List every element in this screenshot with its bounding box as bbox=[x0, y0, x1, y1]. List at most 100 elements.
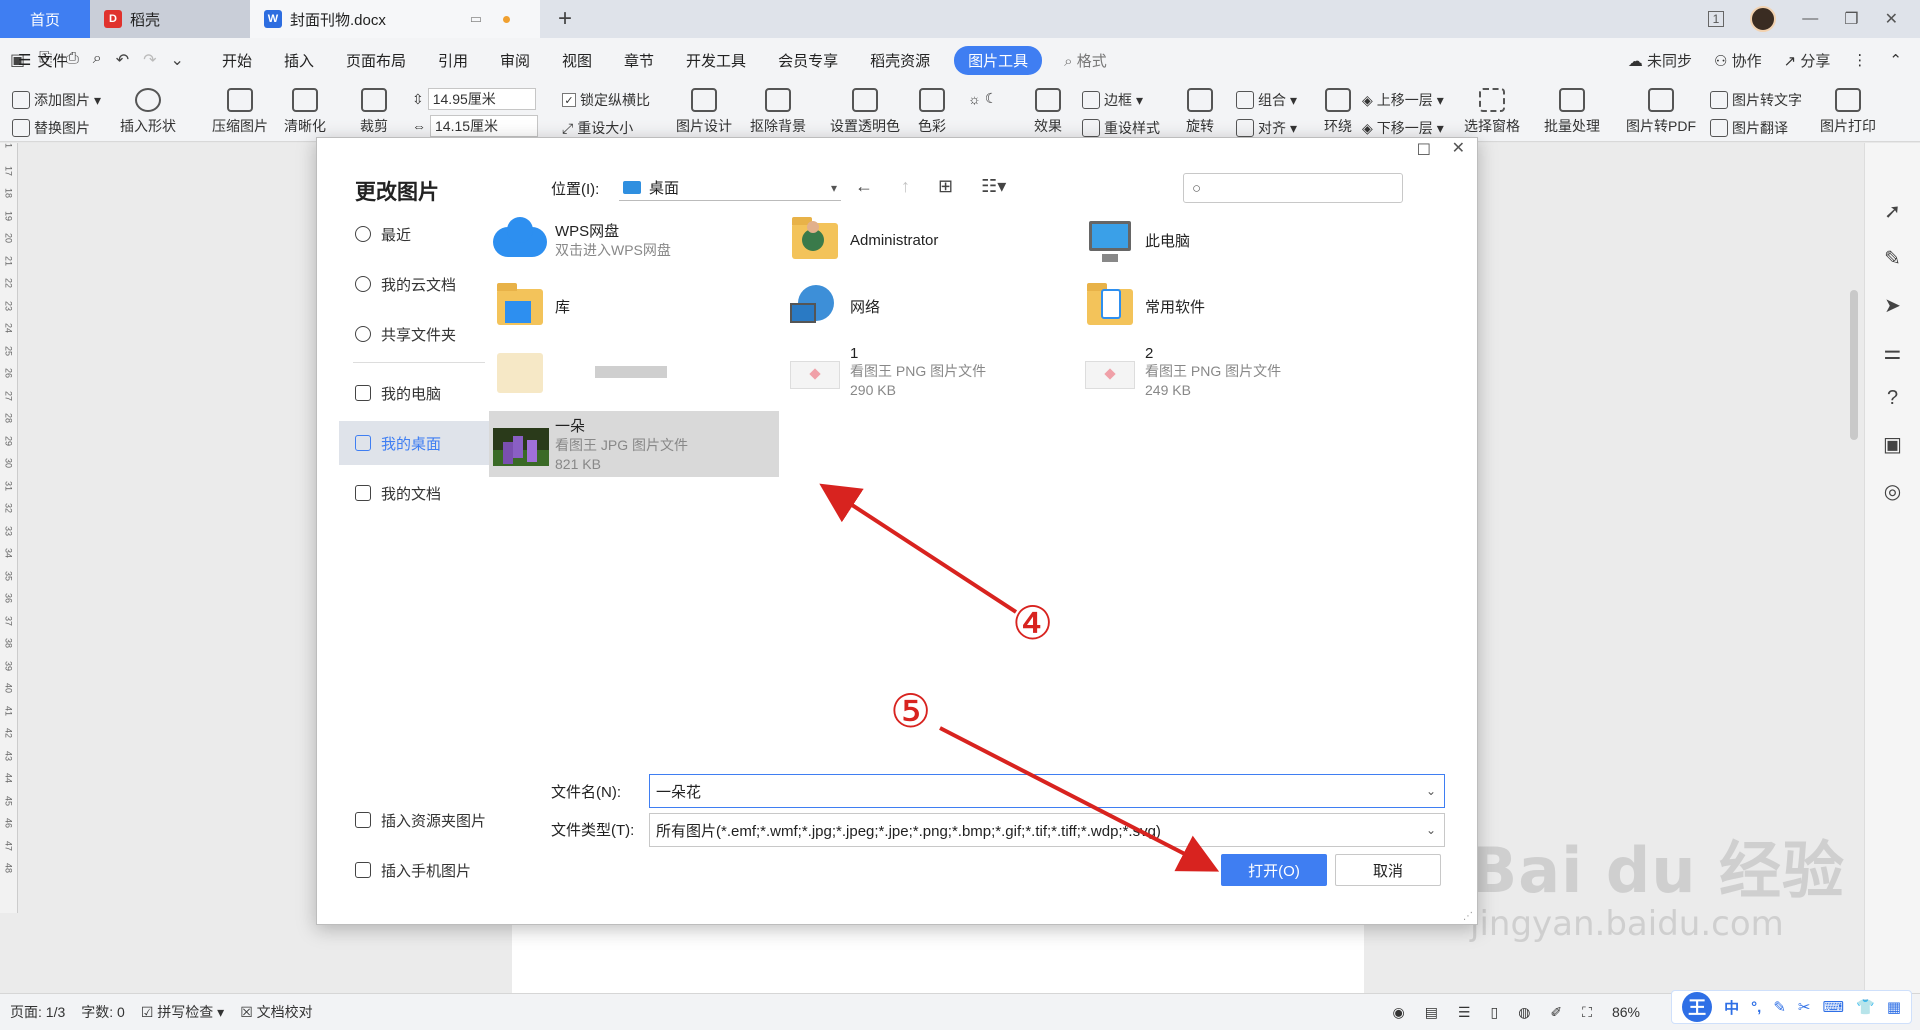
width-input[interactable]: 14.95厘米 bbox=[427, 88, 536, 110]
file-item-administrator[interactable]: Administrator bbox=[784, 208, 1074, 272]
back-icon[interactable]: ← bbox=[855, 176, 873, 197]
sync-button[interactable]: ☁ 未同步 bbox=[1628, 50, 1692, 71]
clarify-button[interactable]: 清晰化 bbox=[284, 88, 326, 136]
to-text-button[interactable]: 图片转文字 bbox=[1710, 90, 1802, 110]
sidebar-item-my-desktop[interactable]: 我的桌面 bbox=[339, 421, 499, 465]
set-transparent-button[interactable]: 设置透明色 bbox=[830, 88, 900, 136]
eye-icon[interactable]: ◉ bbox=[1392, 1004, 1404, 1021]
page-view-icon[interactable]: ▤ bbox=[1425, 1004, 1438, 1021]
help-icon[interactable]: ? bbox=[1887, 387, 1898, 410]
menu-review[interactable]: 审阅 bbox=[484, 50, 546, 71]
avatar[interactable] bbox=[1750, 6, 1777, 32]
spell-check[interactable]: ☑ 拼写检查 ▾ bbox=[141, 1002, 224, 1022]
file-item-wps-drive[interactable]: WPS网盘 双击进入WPS网盘 bbox=[489, 208, 779, 272]
menu-picture-tools[interactable]: 图片工具 bbox=[954, 45, 1043, 75]
replace-image-button[interactable]: 替换图片 bbox=[12, 118, 90, 138]
sidebar-item-shared-folder[interactable]: 共享文件夹 bbox=[339, 312, 499, 356]
file-item-blurred[interactable] bbox=[489, 340, 779, 404]
collab-button[interactable]: ⚇ 协作 bbox=[1714, 50, 1762, 71]
ime-skin-icon[interactable]: 👕 bbox=[1856, 998, 1875, 1016]
close-dialog-button[interactable]: ✕ bbox=[1452, 138, 1465, 162]
ime-language[interactable]: 中 bbox=[1724, 997, 1739, 1018]
insert-resource-image-item[interactable]: 插入资源夹图片 bbox=[339, 798, 509, 842]
border-button[interactable]: 边框 ▾ bbox=[1082, 90, 1143, 110]
ime-logo[interactable]: 王 bbox=[1682, 992, 1713, 1022]
tab-document[interactable]: W 封面刊物.docx ▭ bbox=[250, 0, 540, 38]
ime-keyboard-icon[interactable]: ⌨ bbox=[1822, 998, 1844, 1016]
menu-view[interactable]: 视图 bbox=[546, 50, 608, 71]
height-input[interactable]: 14.15厘米 bbox=[430, 115, 538, 137]
pen-icon[interactable]: ✎ bbox=[1884, 246, 1901, 271]
file-item-network[interactable]: 网络 bbox=[784, 274, 1074, 338]
menu-section[interactable]: 章节 bbox=[608, 50, 670, 71]
read-view-icon[interactable]: ▯ bbox=[1490, 1004, 1498, 1021]
translate-button[interactable]: 图片翻译 bbox=[1710, 118, 1788, 138]
cursor-icon[interactable]: ➤ bbox=[1884, 293, 1901, 318]
menu-daoke-resources[interactable]: 稻壳资源 bbox=[854, 50, 946, 71]
cancel-button[interactable]: 取消 bbox=[1335, 854, 1441, 886]
add-image-button[interactable]: 添加图片 ▾ bbox=[12, 90, 101, 110]
new-tab-button[interactable]: + bbox=[540, 5, 590, 33]
remove-background-button[interactable]: 抠除背景 bbox=[750, 88, 806, 136]
maximize-dialog-button[interactable]: ☐ bbox=[1417, 140, 1431, 164]
new-folder-icon[interactable]: ⊞ bbox=[938, 176, 953, 197]
ime-grid-icon[interactable]: ▦ bbox=[1887, 998, 1901, 1016]
menu-search[interactable]: ⌕ 格式 bbox=[1050, 50, 1121, 71]
sliders-icon[interactable]: ⚌ bbox=[1884, 340, 1902, 365]
sidebar-item-recent[interactable]: 最近 bbox=[339, 212, 499, 256]
compress-image-button[interactable]: 压缩图片 bbox=[212, 88, 268, 136]
doc-proof[interactable]: ☒ 文档校对 bbox=[240, 1002, 312, 1022]
file-item-png-2[interactable]: 2 看图王 PNG 图片文件 249 KB bbox=[1079, 340, 1369, 404]
outline-view-icon[interactable]: ☰ bbox=[1458, 1004, 1471, 1021]
insert-shape-button[interactable]: 插入形状 bbox=[120, 88, 176, 136]
image-print-button[interactable]: 图片打印 bbox=[1820, 88, 1876, 136]
menu-member[interactable]: 会员专享 bbox=[762, 50, 854, 71]
more-icon[interactable]: ⋮ bbox=[1852, 51, 1867, 69]
reset-style-button[interactable]: 重设样式 bbox=[1082, 118, 1160, 138]
vertical-scrollbar[interactable] bbox=[1850, 290, 1858, 440]
effects-button[interactable]: 效果 bbox=[1034, 88, 1062, 136]
filetype-select[interactable]: 所有图片(*.emf;*.wmf;*.jpg;*.jpeg;*.jpe;*.pn… bbox=[649, 813, 1445, 847]
ime-scissors-icon[interactable]: ✂ bbox=[1798, 998, 1811, 1016]
location-icon[interactable]: ◎ bbox=[1884, 479, 1901, 504]
file-item-jpg-flower[interactable]: 一朵 看图王 JPG 图片文件 821 KB bbox=[489, 411, 779, 477]
image-ai-icon[interactable]: ▣ bbox=[1883, 432, 1902, 457]
wrap-button[interactable]: 环绕 bbox=[1324, 88, 1352, 136]
web-view-icon[interactable]: ◍ bbox=[1518, 1004, 1530, 1021]
rocket-icon[interactable]: ➚ bbox=[1884, 199, 1901, 224]
sidebar-item-my-computer[interactable]: 我的电脑 bbox=[339, 371, 499, 415]
ime-punct-icon[interactable]: °, bbox=[1751, 999, 1761, 1016]
close-window-button[interactable]: ✕ bbox=[1885, 9, 1898, 29]
document-page[interactable] bbox=[512, 915, 1364, 995]
file-item-this-pc[interactable]: 此电脑 bbox=[1079, 208, 1369, 272]
file-item-library[interactable]: 库 bbox=[489, 274, 779, 338]
minimize-button[interactable]: — bbox=[1802, 10, 1818, 28]
pen-mode-icon[interactable]: ✐ bbox=[1550, 1004, 1562, 1021]
open-button[interactable]: 打开(O) bbox=[1221, 854, 1327, 886]
page-indicator[interactable]: 页面: 1/3 bbox=[10, 1002, 65, 1022]
location-select[interactable]: 桌面 ▾ bbox=[619, 175, 841, 201]
brightness-buttons[interactable]: ☼ ☾ bbox=[968, 90, 997, 107]
insert-phone-image-item[interactable]: 插入手机图片 bbox=[339, 848, 509, 892]
view-mode-icon[interactable]: ☷▾ bbox=[981, 176, 1006, 197]
color-button[interactable]: 色彩 bbox=[918, 88, 946, 136]
align-button[interactable]: 对齐 ▾ bbox=[1236, 118, 1297, 138]
collapse-ribbon-icon[interactable]: ⌃ bbox=[1889, 51, 1902, 69]
file-item-png-1[interactable]: 1 看图王 PNG 图片文件 290 KB bbox=[784, 340, 1074, 404]
image-design-button[interactable]: 图片设计 bbox=[676, 88, 732, 136]
fit-icon[interactable]: ⛶ bbox=[1582, 1004, 1592, 1021]
restore-button[interactable]: ❐ bbox=[1844, 9, 1858, 29]
send-backward-button[interactable]: ◈ 下移一层 ▾ bbox=[1362, 118, 1444, 138]
file-item-common-software[interactable]: 常用软件 bbox=[1079, 274, 1369, 338]
reset-size-button[interactable]: ⤢ 重设大小 bbox=[562, 118, 633, 138]
menu-developer[interactable]: 开发工具 bbox=[670, 50, 762, 71]
up-icon[interactable]: ↑ bbox=[901, 176, 910, 197]
chevron-down-icon[interactable]: ⌄ bbox=[1426, 784, 1436, 798]
lock-ratio-checkbox[interactable]: ✓ 锁定纵横比 bbox=[562, 90, 650, 110]
page-count-icon[interactable]: 1 bbox=[1707, 11, 1725, 27]
sidebar-item-my-documents[interactable]: 我的文档 bbox=[339, 471, 499, 515]
word-count[interactable]: 字数: 0 bbox=[81, 1002, 125, 1022]
sidebar-item-cloud-docs[interactable]: 我的云文档 bbox=[339, 262, 499, 306]
crop-button[interactable]: 裁剪 bbox=[360, 88, 388, 136]
menu-references[interactable]: 引用 bbox=[422, 50, 484, 71]
